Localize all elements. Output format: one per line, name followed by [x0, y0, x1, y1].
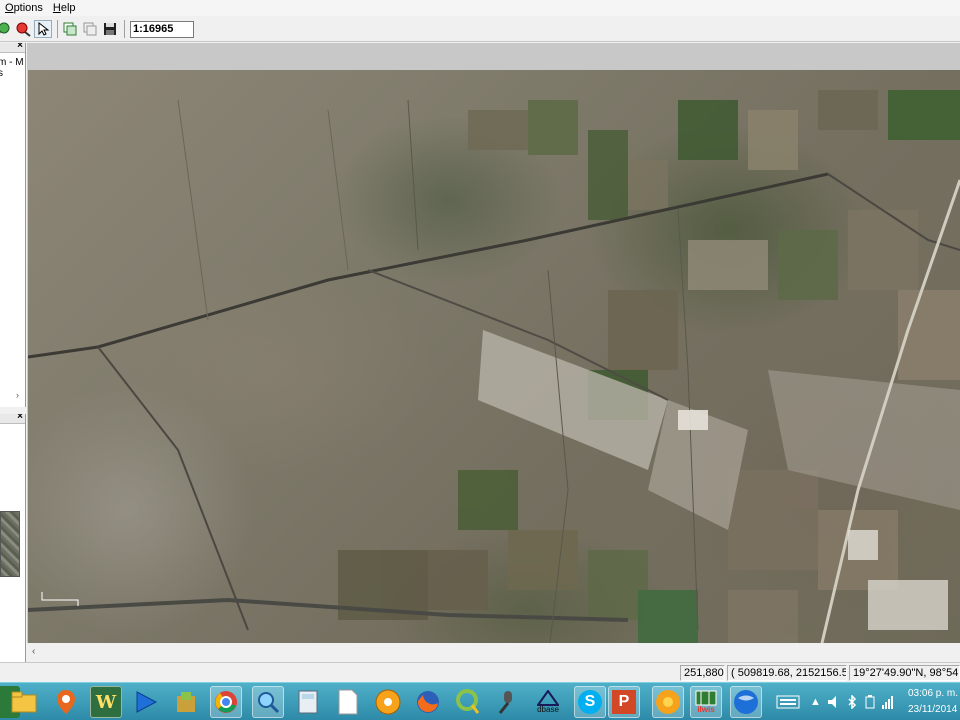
magnifier-icon [258, 692, 280, 714]
scale-input[interactable]: 1:16965 [130, 20, 194, 38]
clock-date: 23/11/2014 [908, 704, 958, 715]
taskbar-clock[interactable]: 03:06 p. m. 23/11/2014 [908, 686, 960, 718]
close-icon[interactable]: × [17, 43, 23, 52]
status-xy: ( 509819.68, 2152156.52) [727, 665, 847, 681]
layer-item-sub[interactable]: s [0, 69, 25, 79]
battery-icon[interactable] [863, 695, 877, 709]
close-icon[interactable]: × [17, 414, 23, 423]
zoom-in-icon [0, 22, 10, 34]
map-frame [27, 43, 960, 661]
play-icon [136, 691, 158, 713]
taskbar-location-app[interactable] [50, 686, 82, 718]
folder-icon [11, 691, 37, 713]
layer-item[interactable]: m - M [0, 57, 25, 69]
disc-icon [375, 689, 401, 715]
skype-icon: S [578, 690, 602, 714]
ilwis-icon [695, 690, 717, 706]
toolbar-separator [57, 20, 58, 38]
zoom-out-icon [16, 22, 31, 37]
select-pointer-button[interactable] [34, 20, 52, 38]
taskbar-calculator[interactable] [292, 686, 324, 718]
location-pin-icon [57, 690, 75, 714]
dbase-label: dbase [537, 705, 559, 714]
overview-panel: × [0, 414, 26, 662]
chrome-icon [215, 691, 237, 713]
taskbar-file-explorer[interactable] [8, 686, 40, 718]
taskbar-ilwis[interactable]: ilwis [690, 686, 722, 718]
taskbar-document[interactable] [332, 686, 364, 718]
taskbar-powerpoint[interactable]: P [608, 686, 640, 718]
horizontal-scrollbar[interactable]: ‹ [27, 643, 960, 661]
menu-help[interactable]: Help [48, 1, 81, 15]
copy-icon [83, 22, 97, 36]
satellite-map[interactable] [28, 70, 960, 660]
taskbar-dbase[interactable]: dbase [532, 686, 564, 718]
layers-button[interactable] [61, 20, 79, 38]
taskbar-archive[interactable] [170, 686, 202, 718]
save-button[interactable] [101, 20, 119, 38]
toolbar: 1:16965 [0, 17, 960, 42]
menu-options[interactable]: Options [0, 1, 48, 15]
save-icon [104, 23, 116, 35]
layers-icon [63, 22, 77, 36]
status-rowcol: 251,880 [680, 665, 725, 681]
calculator-icon [298, 690, 318, 714]
taskbar: W dbase S P ilwis ▲ 03:06 p. m. 23/11/20… [0, 682, 960, 720]
zoom-in-button[interactable] [0, 20, 12, 38]
taskbar-firefox[interactable] [412, 686, 444, 718]
dbase-icon [537, 690, 559, 706]
system-tray: ▲ [776, 683, 895, 720]
toolbar-separator [124, 20, 125, 38]
chevron-left-icon[interactable]: ‹ [32, 646, 35, 657]
taskbar-app-orange[interactable] [652, 686, 684, 718]
orange-app-icon [656, 690, 680, 714]
taskbar-search-tool[interactable] [252, 686, 284, 718]
status-bar: 251,880 ( 509819.68, 2152156.52) 19°27'4… [0, 662, 960, 682]
menu-bar: Options Help [0, 0, 960, 16]
overview-thumbnail[interactable] [0, 511, 20, 577]
signal-icon[interactable] [881, 695, 895, 709]
taskbar-skype[interactable]: S [574, 686, 606, 718]
overview-panel-header: × [0, 414, 25, 424]
bluetooth-icon[interactable] [847, 695, 857, 709]
taskbar-microphone[interactable] [492, 686, 524, 718]
chevron-right-icon[interactable]: › [16, 390, 19, 400]
copy-button[interactable] [81, 20, 99, 38]
taskbar-word[interactable]: W [90, 686, 122, 718]
taskbar-media-player[interactable] [130, 686, 162, 718]
layer-panel: × m - M s › [0, 43, 26, 407]
microphone-icon [498, 691, 512, 714]
status-latlon: 19°27'49.90"N, 98°54'23.18 [849, 665, 960, 681]
taskbar-google-earth[interactable] [730, 686, 762, 718]
taskbar-disc-tool[interactable] [372, 686, 404, 718]
globe-icon [734, 690, 758, 714]
firefox-icon [417, 691, 439, 713]
taskbar-qgis[interactable] [452, 686, 484, 718]
map-features [28, 90, 960, 660]
volume-icon[interactable] [827, 695, 841, 709]
ilwis-label: ilwis [697, 705, 715, 714]
clock-time: 03:06 p. m. [908, 688, 959, 699]
qgis-icon [456, 689, 480, 714]
taskbar-chrome[interactable] [210, 686, 242, 718]
keyboard-icon[interactable] [776, 694, 800, 710]
word-icon: W [95, 691, 117, 713]
tray-expand-icon[interactable]: ▲ [810, 696, 821, 708]
pointer-icon [38, 22, 50, 36]
archive-icon [177, 692, 195, 712]
zoom-out-button[interactable] [14, 20, 32, 38]
powerpoint-icon: P [612, 690, 636, 714]
layer-panel-header: × [0, 43, 25, 53]
document-icon [338, 689, 358, 715]
